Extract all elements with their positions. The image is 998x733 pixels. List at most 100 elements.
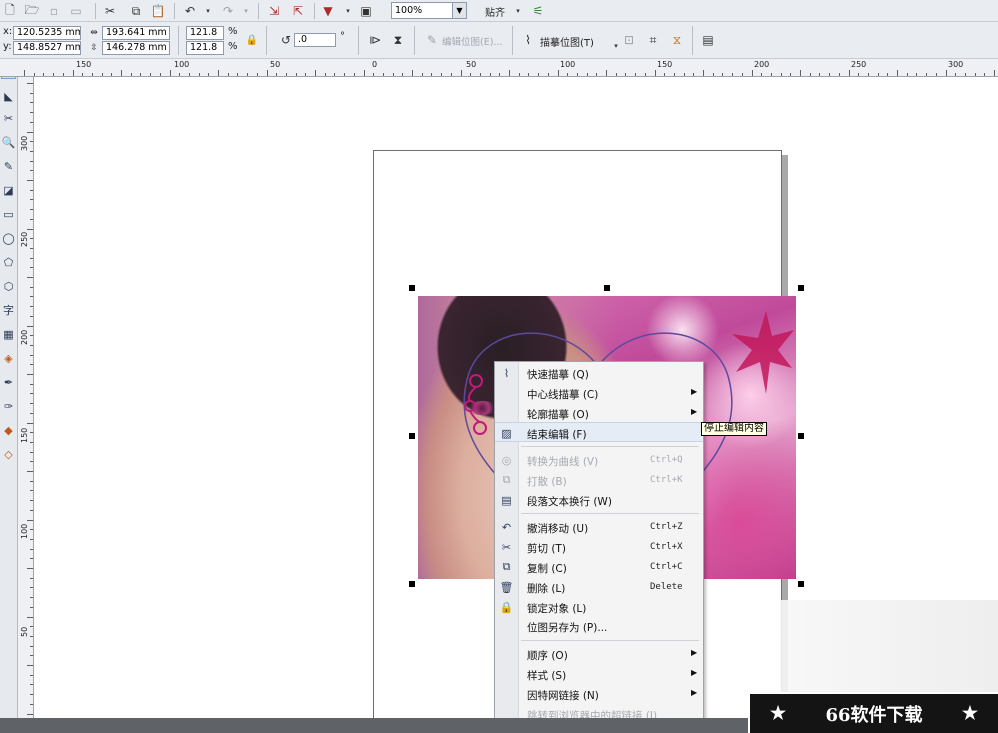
scale-x-field[interactable]: 121.8 xyxy=(186,26,224,40)
crop-bitmap-icon[interactable]: ⌗ xyxy=(645,32,661,48)
mirror-vertical-icon[interactable]: ⧗ xyxy=(390,32,406,48)
cut-icon[interactable]: ✂ xyxy=(102,3,118,19)
ruler-tick xyxy=(431,73,433,76)
text-tool-icon[interactable]: 字 xyxy=(1,303,16,317)
wrap-text-icon[interactable]: ▤ xyxy=(700,32,716,48)
selection-handle-top-right[interactable] xyxy=(798,285,804,291)
scale-y-field[interactable]: 121.8 xyxy=(186,41,224,55)
ruler-label: 300 xyxy=(20,135,29,151)
edit-bitmap-icon[interactable]: ✎ xyxy=(424,32,440,48)
menu-item-paragraph-text-wrap[interactable]: ▤ 段落文本换行 (W) xyxy=(495,490,703,510)
trace-bitmap-button[interactable]: 描摹位图(T) xyxy=(540,34,594,49)
rectangle-tool-icon[interactable]: ▭ xyxy=(1,207,16,221)
undo-icon[interactable]: ↶ xyxy=(182,3,198,19)
paste-icon[interactable]: 📋 xyxy=(150,3,166,19)
interactive-blend-icon[interactable]: ◈ xyxy=(1,351,16,365)
ellipse-tool-icon[interactable]: ◯ xyxy=(1,231,16,245)
export-icon[interactable]: ⇱ xyxy=(290,3,306,19)
selection-handle-top-left[interactable] xyxy=(409,285,415,291)
ruler-tick xyxy=(30,92,33,94)
launcher-dropdown-icon[interactable]: ▾ xyxy=(340,3,356,19)
menu-item-label: 顺序 (O) xyxy=(527,650,568,662)
print-icon[interactable]: ▭ xyxy=(68,3,84,19)
save-icon[interactable]: ▫ xyxy=(46,3,62,19)
degree-label: ° xyxy=(340,31,345,42)
mirror-horizontal-icon[interactable]: ⧐ xyxy=(367,32,383,48)
y-position-field[interactable]: 148.8527 mm xyxy=(13,41,81,55)
selection-handle-left[interactable] xyxy=(409,433,415,439)
selection-handle-top[interactable] xyxy=(604,285,610,291)
tooltip: 停止编辑内容 xyxy=(701,422,767,436)
menu-item-save-bitmap-as[interactable]: 位图另存为 (P)... xyxy=(495,616,703,636)
polygon-tool-icon[interactable]: ⬠ xyxy=(1,255,16,269)
ruler-tick xyxy=(421,73,423,76)
snap-dropdown-icon[interactable]: ▾ xyxy=(510,3,526,19)
x-position-field[interactable]: 120.5235 mm xyxy=(13,26,81,40)
import-icon[interactable]: ⇲ xyxy=(266,3,282,19)
zoom-tool-icon[interactable]: 🔍 xyxy=(1,135,16,149)
separator xyxy=(358,26,359,55)
menu-item-break-apart[interactable]: ⧉ 打散 (B) Ctrl+K xyxy=(495,470,703,490)
redo-dropdown-icon[interactable]: ▾ xyxy=(238,3,254,19)
ruler-tick xyxy=(91,73,93,76)
selection-handle-bottom-right[interactable] xyxy=(798,581,804,587)
options-icon[interactable]: ⚟ xyxy=(530,3,546,19)
snap-to-label[interactable]: 贴齐 xyxy=(485,4,505,19)
menu-item-convert-to-curves[interactable]: ◎ 转换为曲线 (V) Ctrl+Q xyxy=(495,450,703,470)
ruler-tick xyxy=(30,121,33,123)
application-launcher-icon[interactable]: ▼ xyxy=(320,3,336,19)
eyedropper-tool-icon[interactable]: ✒ xyxy=(1,375,16,389)
interactive-fill-icon[interactable]: ◇ xyxy=(1,447,16,461)
outline-pen-icon[interactable]: ✑ xyxy=(1,399,16,413)
menu-item-quick-trace[interactable]: ⌇ 快速描摹 (Q) xyxy=(495,363,703,383)
crop-tool-icon[interactable]: ✂ xyxy=(1,111,16,125)
menu-item-delete[interactable]: 🗑 删除 (L) Delete xyxy=(495,577,703,597)
smart-fill-icon[interactable]: ◪ xyxy=(1,183,16,197)
zoom-level-dropdown[interactable]: 100% ▼ xyxy=(391,2,467,19)
ruler-tick xyxy=(111,73,113,76)
chevron-down-icon[interactable]: ▼ xyxy=(452,3,466,18)
menu-item-styles[interactable]: 样式 (S) ▶ xyxy=(495,664,703,684)
selection-handle-bottom-left[interactable] xyxy=(409,581,415,587)
fill-tool-icon[interactable]: ◆ xyxy=(1,423,16,437)
redo-icon[interactable]: ↷ xyxy=(220,3,236,19)
welcome-screen-icon[interactable]: ▣ xyxy=(358,3,374,19)
bitmap-color-mask-icon[interactable]: ⧖ xyxy=(669,32,685,48)
menu-item-copy[interactable]: ⧉ 复制 (C) Ctrl+C xyxy=(495,557,703,577)
menu-item-finish-editing[interactable]: ▨ 结束编辑 (F) xyxy=(495,422,703,442)
selection-handle-right[interactable] xyxy=(798,433,804,439)
height-icon: ⇳ xyxy=(90,43,98,53)
width-field[interactable]: 193.641 mm xyxy=(102,26,170,40)
ruler-tick xyxy=(27,471,33,472)
menu-item-outline-trace[interactable]: 轮廓描摹 (O) ▶ xyxy=(495,403,703,423)
rotation-field[interactable]: .0 xyxy=(294,33,336,47)
ruler-tick xyxy=(140,73,142,76)
vertical-ruler[interactable]: 300 250 200 150 100 50 xyxy=(18,77,34,733)
basic-shapes-icon[interactable]: ⬡ xyxy=(1,279,16,293)
horizontal-ruler[interactable]: 150 100 50 0 50 100 150 200 250 300 xyxy=(0,59,998,77)
table-tool-icon[interactable]: ▦ xyxy=(1,327,16,341)
edit-bitmap-button[interactable]: 编辑位图(E)... xyxy=(442,34,502,48)
freehand-tool-icon[interactable]: ✎ xyxy=(1,159,16,173)
menu-item-lock-object[interactable]: 🔒 锁定对象 (L) xyxy=(495,597,703,617)
star-icon: ★ xyxy=(770,703,787,724)
new-document-icon[interactable]: 🗋 xyxy=(2,3,18,19)
ruler-tick xyxy=(27,568,33,569)
copy-icon[interactable]: ⧉ xyxy=(128,3,144,19)
menu-item-undo-move[interactable]: ↶ 撤消移动 (U) Ctrl+Z xyxy=(495,517,703,537)
open-folder-icon[interactable]: 🗁 xyxy=(24,3,40,19)
undo-icon: ↶ xyxy=(501,520,512,534)
lock-ratio-icon[interactable]: 🔒 xyxy=(244,32,260,48)
undo-dropdown-icon[interactable]: ▾ xyxy=(200,3,216,19)
height-field[interactable]: 146.278 mm xyxy=(102,41,170,55)
resample-icon[interactable]: ⊡ xyxy=(621,32,637,48)
trace-bitmap-icon[interactable]: ⌇ xyxy=(520,32,536,48)
menu-item-internet-link[interactable]: 因特网链接 (N) ▶ xyxy=(495,684,703,704)
ruler-tick xyxy=(30,238,33,240)
menu-item-order[interactable]: 顺序 (O) ▶ xyxy=(495,644,703,664)
shape-tool-icon[interactable]: ◣ xyxy=(1,89,16,103)
menu-item-cut[interactable]: ✂ 剪切 (T) Ctrl+X xyxy=(495,537,703,557)
menu-item-centerline-trace[interactable]: 中心线描摹 (C) ▶ xyxy=(495,383,703,403)
separator xyxy=(314,3,315,19)
ruler-tick xyxy=(30,257,33,259)
